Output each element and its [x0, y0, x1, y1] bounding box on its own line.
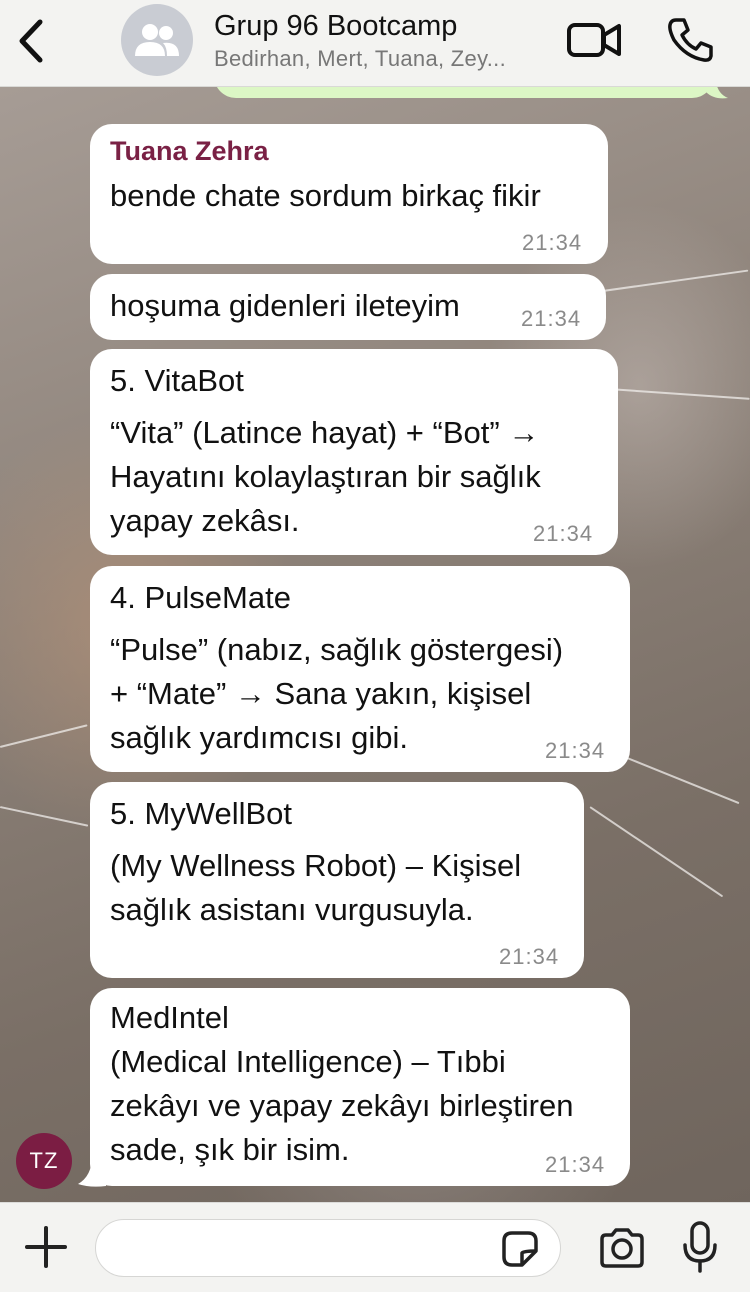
message-text: sade, şık bir isim.: [110, 1132, 350, 1167]
message-text: sağlık asistanı vurgusuyla.: [110, 892, 474, 927]
plus-icon: [25, 1226, 67, 1268]
message-text: 4. PulseMate: [110, 580, 291, 615]
message-bubble[interactable]: 5. MyWellBot (My Wellness Robot) – Kişis…: [90, 782, 584, 978]
message-time: 21:34: [545, 738, 606, 763]
message-text: hoşuma gidenleri ileteyim: [110, 288, 460, 323]
message-time: 21:34: [522, 230, 583, 255]
message-text: zekâyı ve yapay zekâyı birleştiren: [110, 1088, 574, 1123]
message-text: (Medical Intelligence) – Tıbbi: [110, 1044, 506, 1079]
message-text: (My Wellness Robot) – Kişisel: [110, 848, 522, 883]
message-time: 21:34: [533, 521, 594, 546]
microphone-button[interactable]: [682, 1221, 718, 1273]
video-call-button[interactable]: [566, 20, 622, 60]
message-text: Hayatını kolaylaştıran bir sağlık: [110, 459, 541, 494]
message-text: MedIntel: [110, 1000, 229, 1035]
message-text: sağlık yardımcısı gibi.: [110, 720, 409, 755]
message-bubble[interactable]: MedIntel (Medical Intelligence) – Tıbbi …: [90, 988, 630, 1186]
message-time: 21:34: [499, 944, 560, 969]
message-bubble[interactable]: hoşuma gidenleri ileteyim 21:34: [90, 274, 606, 340]
sticker-icon: [502, 1231, 538, 1267]
attach-button[interactable]: [24, 1225, 68, 1269]
sender-avatar[interactable]: TZ: [16, 1133, 72, 1189]
composer-bar: [0, 1202, 750, 1292]
message-text: bende chate sordum birkaç fikir: [110, 178, 541, 213]
back-button[interactable]: [14, 18, 50, 64]
message-bubble[interactable]: Tuana Zehra bende chate sordum birkaç fi…: [90, 124, 608, 264]
group-icon: [135, 24, 179, 56]
sticker-button[interactable]: [500, 1229, 540, 1269]
sender-name[interactable]: Tuana Zehra: [110, 136, 269, 167]
voice-call-button[interactable]: [666, 16, 714, 64]
microphone-icon: [683, 1221, 717, 1273]
group-members[interactable]: Bedirhan, Mert, Tuana, Zey...: [214, 46, 506, 72]
message-bubble[interactable]: 5. VitaBot “Vita” (Latince hayat) + “Bot…: [90, 349, 618, 555]
camera-button[interactable]: [598, 1227, 646, 1269]
group-avatar[interactable]: [121, 4, 193, 76]
chat-header: Grup 96 Bootcamp Bedirhan, Mert, Tuana, …: [0, 0, 750, 87]
message-bubble[interactable]: 4. PulseMate “Pulse” (nabız, sağlık göst…: [90, 566, 630, 772]
message-text: yapay zekâsı.: [110, 503, 300, 538]
message-text: + “Mate” → Sana yakın, kişisel: [110, 676, 532, 711]
chevron-left-icon: [19, 19, 43, 63]
message-text: “Vita” (Latince hayat) + “Bot” →: [110, 415, 540, 450]
message-time: 21:34: [521, 306, 582, 331]
video-icon: [567, 23, 621, 57]
message-text: “Pulse” (nabız, sağlık göstergesi): [110, 632, 564, 667]
message-text: 5. VitaBot: [110, 363, 244, 398]
phone-icon: [668, 18, 713, 62]
bubble-tail: [78, 1156, 106, 1187]
message-time: 21:34: [545, 1152, 606, 1177]
message-input[interactable]: [95, 1219, 561, 1277]
group-title[interactable]: Grup 96 Bootcamp: [214, 10, 457, 43]
message-text: 5. MyWellBot: [110, 796, 293, 831]
camera-icon: [600, 1228, 644, 1268]
